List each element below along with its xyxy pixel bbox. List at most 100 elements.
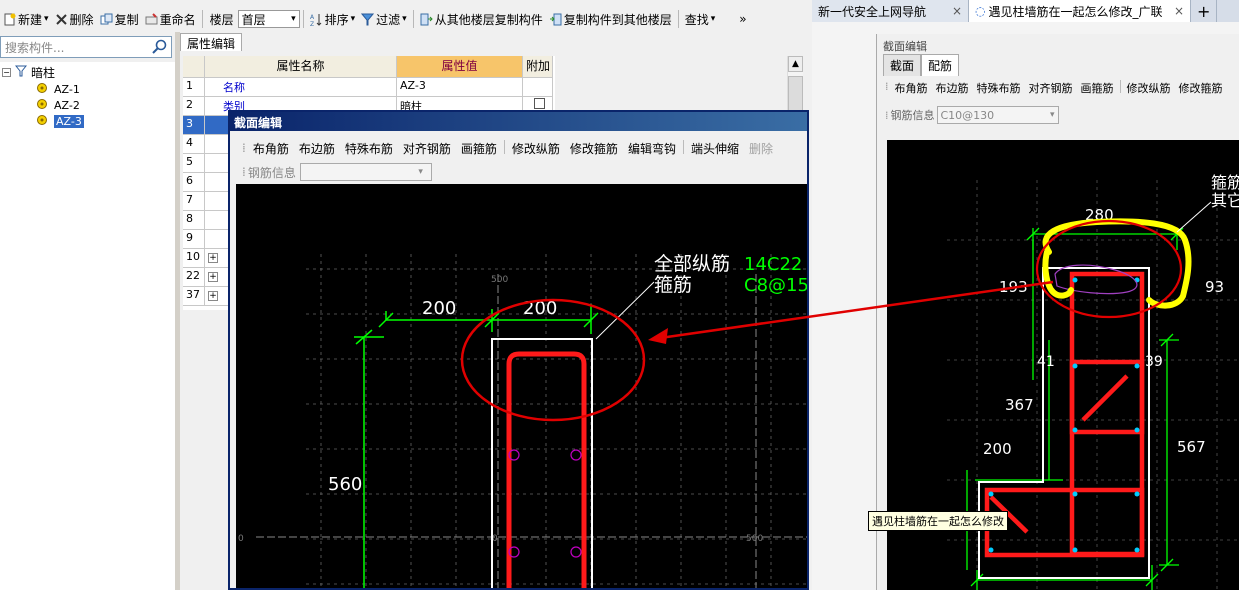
copy-to-floor-button[interactable]: 复制构件到其他楼层	[546, 8, 675, 30]
tooltip: 遇见柱墙筋在一起怎么修改	[868, 511, 1008, 531]
tool-button[interactable]: 对齐钢筋	[1025, 80, 1077, 96]
svg-text:Z: Z	[310, 21, 314, 26]
overflow-icon: »	[739, 12, 747, 26]
rename-button[interactable]: 重命名	[142, 8, 199, 30]
browser-tab-title: 遇见柱墙筋在一起怎么修改_广联	[988, 4, 1163, 19]
chevron-down-icon: ▾	[1049, 110, 1055, 120]
dim-left-bottom: 200	[983, 440, 1012, 458]
copy-icon	[100, 13, 113, 26]
column-header[interactable]: 附加	[523, 56, 553, 78]
tree-node-root[interactable]: − 暗柱	[2, 64, 55, 80]
tool-button[interactable]: 编辑弯钩	[623, 140, 681, 157]
dim-left-mid: 41	[1037, 354, 1055, 370]
search-input[interactable]: 搜索构件...	[0, 36, 172, 58]
tree-item-label: AZ-3	[54, 114, 84, 128]
scroll-up-icon[interactable]: ▲	[788, 56, 803, 72]
rename-icon	[145, 12, 158, 26]
new-button[interactable]: 新建 ▾	[0, 8, 52, 30]
chevron-down-icon: ▾	[44, 14, 49, 24]
column-header[interactable]: 属性名称	[205, 56, 397, 78]
rebar-info-bar: ⁞ 钢筋信息 C10@130 ▾	[883, 106, 1059, 124]
panel-toolbar: ⁞ 布角筋 布边筋 特殊布筋 对齐钢筋 画箍筋 修改纵筋 修改箍筋	[883, 80, 1227, 96]
dim-right-mid: 39	[1145, 354, 1163, 370]
dim-right-bottom: 567	[1177, 438, 1206, 456]
property-value[interactable]: AZ-3	[397, 78, 523, 97]
tool-button[interactable]: 画箍筋	[1077, 80, 1118, 96]
browser-tab[interactable]: 新一代安全上网导航 ×	[812, 0, 969, 22]
rebar-info-select[interactable]: ▾	[299, 163, 432, 181]
sort-button[interactable]: AZ 排序 ▾	[307, 8, 359, 30]
rebar-info-select[interactable]: C10@130 ▾	[936, 106, 1059, 124]
component-tree: − 暗柱 AZ-1 AZ-2 AZ-3	[0, 62, 175, 590]
checkbox[interactable]	[534, 98, 545, 109]
section-edit-dialog: 截面编辑 ⁞ 布角筋 布边筋 特殊布筋 对齐钢筋 画箍筋 修改纵筋 修改箍筋 编辑弯钩 端头伸缩…	[228, 110, 809, 590]
find-button[interactable]: 查找 ▾	[682, 8, 719, 30]
tool-button[interactable]: 修改纵筋	[507, 140, 565, 157]
section-canvas[interactable]: 500 500 0 0 200 200 560 全部纵筋 箍筋 14C22 C8…	[236, 184, 807, 588]
toolbar-overflow-button[interactable]: »	[736, 8, 749, 30]
tool-button[interactable]: 布角筋	[248, 140, 294, 157]
browser-tab-active[interactable]: ◌ 遇见柱墙筋在一起怎么修改_广联 ×	[969, 0, 1191, 22]
tab-property-edit[interactable]: 属性编辑	[180, 33, 243, 51]
tool-button[interactable]: 修改箍筋	[565, 140, 623, 157]
grid-label: 500	[491, 275, 508, 285]
tool-button[interactable]: 删除	[744, 140, 778, 157]
component-icon	[36, 114, 48, 129]
floor-value: 首层	[241, 12, 266, 27]
tab-reinforcement[interactable]: 配筋	[921, 54, 960, 76]
dim-mid: 367	[1005, 396, 1034, 414]
toolbar-separator	[412, 10, 414, 28]
chevron-down-icon: ▾	[418, 167, 423, 177]
splitter[interactable]	[175, 32, 180, 590]
floor-select[interactable]: 首层 ▾	[237, 10, 300, 28]
copy-floor-icon	[420, 13, 433, 26]
tool-button[interactable]: 布角筋	[891, 80, 932, 96]
close-icon[interactable]: ×	[1174, 4, 1184, 18]
annotation-stirrup: 箍筋其它	[1211, 173, 1239, 210]
new-tab-button[interactable]: +	[1191, 0, 1218, 22]
search-icon[interactable]	[150, 38, 170, 56]
tool-button[interactable]: 对齐钢筋	[398, 140, 456, 157]
toolbar-separator	[302, 10, 304, 28]
tree-root-label: 暗柱	[31, 65, 56, 80]
tab-section[interactable]: 截面	[883, 54, 922, 76]
tool-separator	[503, 139, 505, 154]
svg-text:A: A	[310, 14, 315, 21]
floor-label: 楼层	[209, 12, 234, 27]
collapse-icon[interactable]: −	[2, 67, 11, 77]
row-number: 37	[183, 287, 205, 306]
row-number: 1	[183, 78, 205, 97]
toolbar-grip: ⁞	[885, 80, 889, 93]
rename-label: 重命名	[159, 12, 196, 27]
new-label: 新建	[18, 12, 43, 27]
dialog-title: 截面编辑	[230, 112, 807, 131]
copy-button[interactable]: 复制	[97, 8, 142, 30]
copy-from-label: 从其他楼层复制构件	[434, 12, 543, 27]
tree-item[interactable]: AZ-1	[36, 81, 80, 97]
close-icon	[55, 13, 68, 26]
tool-button[interactable]: 修改箍筋	[1175, 80, 1227, 96]
rebar-info-label: 钢筋信息	[890, 109, 935, 122]
grid-label: 500	[746, 534, 763, 544]
tool-button[interactable]: 布边筋	[932, 80, 973, 96]
copy-from-floor-button[interactable]: 从其他楼层复制构件	[417, 8, 546, 30]
tree-item[interactable]: AZ-2	[36, 97, 80, 113]
tool-button[interactable]: 画箍筋	[456, 140, 502, 157]
tree-item[interactable]: AZ-3	[36, 113, 84, 129]
dialog-toolbar: ⁞ 布角筋 布边筋 特殊布筋 对齐钢筋 画箍筋 修改纵筋 修改箍筋 编辑弯钩 端头伸缩 删除	[240, 138, 778, 158]
rebar-points	[508, 449, 582, 558]
leader-line	[1176, 201, 1212, 233]
find-label: 查找	[684, 12, 709, 27]
column-header[interactable]: 属性值	[397, 56, 523, 78]
tool-button[interactable]: 端头伸缩	[686, 140, 744, 157]
tool-button[interactable]: 特殊布筋	[340, 140, 398, 157]
chevron-down-icon: ▾	[710, 14, 716, 24]
row-number: 3	[183, 116, 205, 135]
tool-button[interactable]: 修改纵筋	[1123, 80, 1175, 96]
close-icon[interactable]: ×	[952, 4, 962, 18]
filter-button[interactable]: 过滤 ▾	[358, 8, 410, 30]
delete-button[interactable]: 删除	[52, 8, 97, 30]
property-extra[interactable]	[523, 78, 553, 97]
tool-button[interactable]: 布边筋	[294, 140, 340, 157]
tool-button[interactable]: 特殊布筋	[973, 80, 1025, 96]
